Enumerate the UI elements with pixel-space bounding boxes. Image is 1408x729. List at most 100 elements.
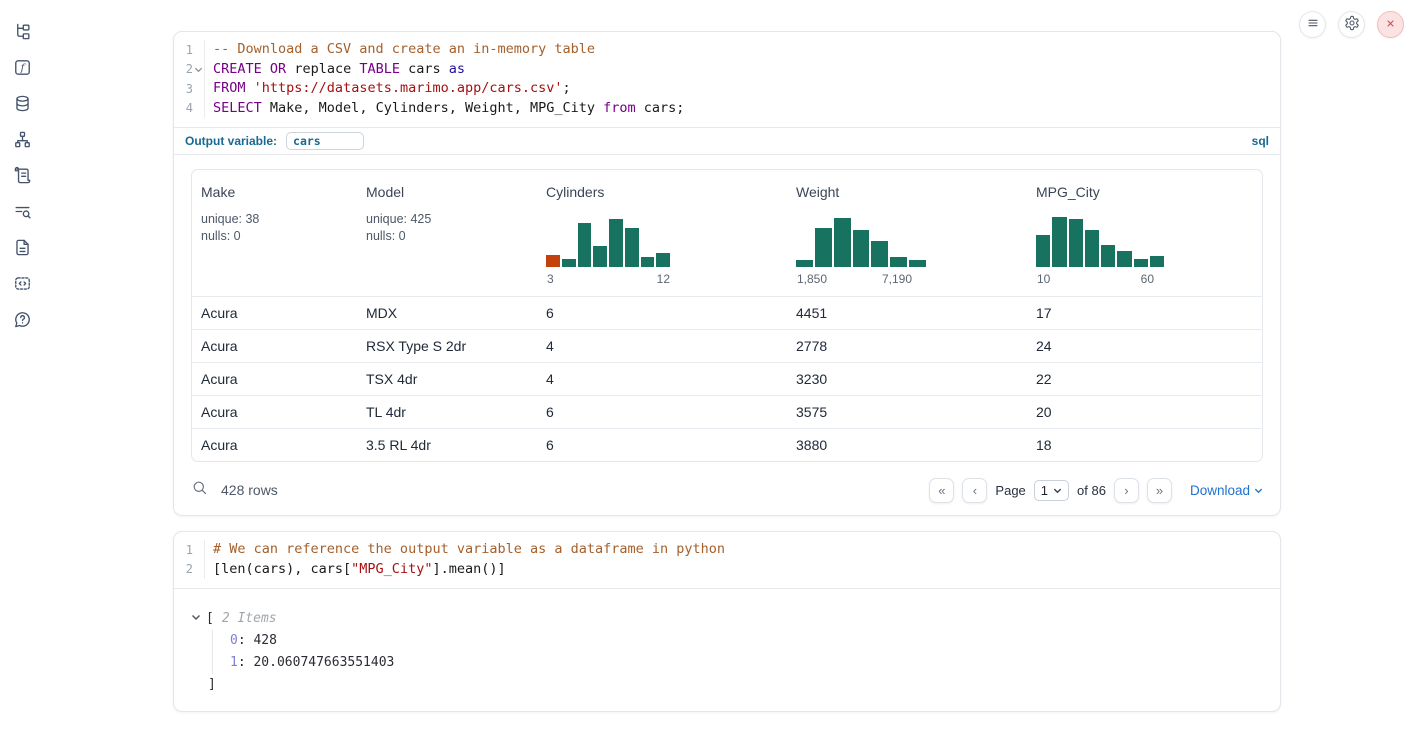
column-stat: nulls: 0: [366, 228, 528, 245]
python-code-editor[interactable]: 1 # We can reference the output variable …: [174, 532, 1280, 588]
table-cell: RSX Type S 2dr: [357, 338, 537, 354]
histogram-bar[interactable]: [609, 219, 623, 267]
table-row[interactable]: AcuraRSX Type S 2dr4277824: [192, 329, 1262, 362]
notebook-actions-toolbar: [1299, 11, 1404, 38]
line-number: 1: [186, 543, 193, 557]
table-cell: 3230: [787, 371, 1027, 387]
chevron-down-icon: [1254, 483, 1263, 498]
tree-entries: 0: 4281: 20.060747663551403: [212, 630, 1280, 674]
histogram-bar[interactable]: [1101, 245, 1115, 267]
code-line[interactable]: [len(cars), cars["MPG_City"].mean()]: [205, 560, 506, 580]
last-page-button[interactable]: »: [1147, 478, 1172, 503]
histogram-bar[interactable]: [1117, 251, 1131, 267]
histogram-bar[interactable]: [1085, 230, 1099, 267]
table-row[interactable]: Acura3.5 RL 4dr6388018: [192, 428, 1262, 461]
output-variable-input[interactable]: [286, 132, 364, 150]
table-cell: Acura: [192, 338, 357, 354]
column-stat: unique: 38: [201, 211, 348, 228]
line-number: 2: [186, 62, 193, 76]
histogram-bar[interactable]: [656, 253, 670, 267]
table-cell: 2778: [787, 338, 1027, 354]
histogram-bar[interactable]: [834, 218, 851, 267]
table-cell: 22: [1027, 371, 1262, 387]
code-line[interactable]: SELECT Make, Model, Cylinders, Weight, M…: [205, 99, 684, 119]
sidebar-item-datasources[interactable]: [11, 94, 33, 116]
tree-entry-key: 1: [230, 655, 238, 670]
sidebar-item-files[interactable]: [11, 22, 33, 44]
shutdown-button[interactable]: [1377, 11, 1404, 38]
prev-page-button[interactable]: ‹: [962, 478, 987, 503]
axis-min-label: 1,850: [797, 272, 827, 286]
histogram-bar[interactable]: [890, 257, 907, 267]
table-header: Makeunique: 38nulls: 0 Model unique: 425nu…: [192, 170, 1262, 296]
code-line[interactable]: FROM 'https://datasets.marimo.app/cars.c…: [205, 79, 571, 99]
sidebar: f: [0, 0, 44, 729]
sidebar-item-variables[interactable]: f: [11, 58, 33, 80]
column-name: Weight: [796, 184, 1018, 200]
code-line[interactable]: -- Download a CSV and create an in-memor…: [205, 40, 595, 60]
sidebar-item-search-logs[interactable]: [11, 202, 33, 224]
tree-entry-separator: :: [238, 655, 254, 670]
table-cell: Acura: [192, 437, 357, 453]
sidebar-item-dependency-graph[interactable]: [11, 130, 33, 152]
sidebar-item-documentation[interactable]: [11, 238, 33, 260]
tree-entry-key: 0: [230, 633, 238, 648]
tree-entry[interactable]: 0: 428: [230, 630, 1280, 652]
column-header-Cylinders[interactable]: Cylinders 3 12: [537, 184, 787, 286]
column-header-Model[interactable]: Model unique: 425nulls: 0: [357, 184, 537, 286]
table-cell: 4: [537, 371, 787, 387]
page-select[interactable]: 1: [1034, 480, 1069, 501]
sidebar-item-snippets[interactable]: [11, 274, 33, 296]
tree-entry[interactable]: 1: 20.060747663551403: [230, 652, 1280, 674]
first-page-button[interactable]: «: [929, 478, 954, 503]
histogram-bar[interactable]: [796, 260, 813, 267]
histogram-bar[interactable]: [562, 259, 576, 267]
histogram-bar[interactable]: [909, 260, 926, 267]
search-icon[interactable]: [191, 479, 208, 501]
download-button[interactable]: Download: [1190, 483, 1263, 498]
column-header-Make[interactable]: Makeunique: 38nulls: 0: [192, 184, 357, 286]
axis-max-label: 12: [657, 272, 670, 286]
column-header-MPG_City[interactable]: MPG_City1060: [1027, 184, 1262, 286]
axis-min-label: 10: [1037, 272, 1050, 286]
next-page-button[interactable]: ›: [1114, 478, 1139, 503]
histogram-bar[interactable]: [625, 228, 639, 267]
open-bracket: [: [206, 608, 214, 630]
table-cell: 3.5 RL 4dr: [357, 437, 537, 453]
histogram-bar[interactable]: [1134, 259, 1148, 267]
table-cell: Acura: [192, 371, 357, 387]
histogram-bar[interactable]: [1036, 235, 1050, 267]
sql-code-editor[interactable]: 1-- Download a CSV and create an in-memo…: [174, 32, 1280, 127]
table-row[interactable]: AcuraTSX 4dr4323022: [192, 362, 1262, 395]
column-name: Cylinders: [546, 184, 778, 200]
table-cell: Acura: [192, 404, 357, 420]
histogram-bar[interactable]: [578, 223, 592, 267]
histogram-bar[interactable]: [546, 255, 560, 267]
column-name: Model: [366, 184, 528, 200]
column-header-Weight[interactable]: Weight 1,850 7,190: [787, 184, 1027, 286]
histogram-bar[interactable]: [815, 228, 832, 267]
code-line[interactable]: # We can reference the output variable a…: [205, 540, 725, 560]
language-badge: sql: [1252, 134, 1269, 148]
fold-chevron-icon[interactable]: [193, 65, 204, 74]
histogram-bar[interactable]: [871, 241, 888, 267]
code-line[interactable]: CREATE OR replace TABLE cars as: [205, 60, 465, 80]
table-row[interactable]: AcuraMDX6445117: [192, 296, 1262, 329]
histogram-bar[interactable]: [1052, 217, 1066, 267]
axis-max-label: 7,190: [882, 272, 912, 286]
histogram-bar[interactable]: [1069, 219, 1083, 267]
sidebar-item-help[interactable]: [11, 310, 33, 332]
axis-min-label: 3: [547, 272, 554, 286]
column-name: MPG_City: [1036, 184, 1253, 200]
table-row[interactable]: AcuraTL 4dr6357520: [192, 395, 1262, 428]
menu-button[interactable]: [1299, 11, 1326, 38]
histogram-bar[interactable]: [853, 230, 870, 267]
histogram-bar[interactable]: [593, 246, 607, 267]
histogram-bar[interactable]: [641, 257, 655, 267]
settings-button[interactable]: [1338, 11, 1365, 38]
column-stat: unique: 425: [366, 211, 528, 228]
sidebar-item-logs[interactable]: [11, 166, 33, 188]
sql-cell: 1 -- Download a CSV and create an in-memo…: [173, 31, 1281, 516]
histogram-bar[interactable]: [1150, 256, 1164, 267]
tree-root-row[interactable]: [ 2 Items: [191, 608, 1280, 630]
